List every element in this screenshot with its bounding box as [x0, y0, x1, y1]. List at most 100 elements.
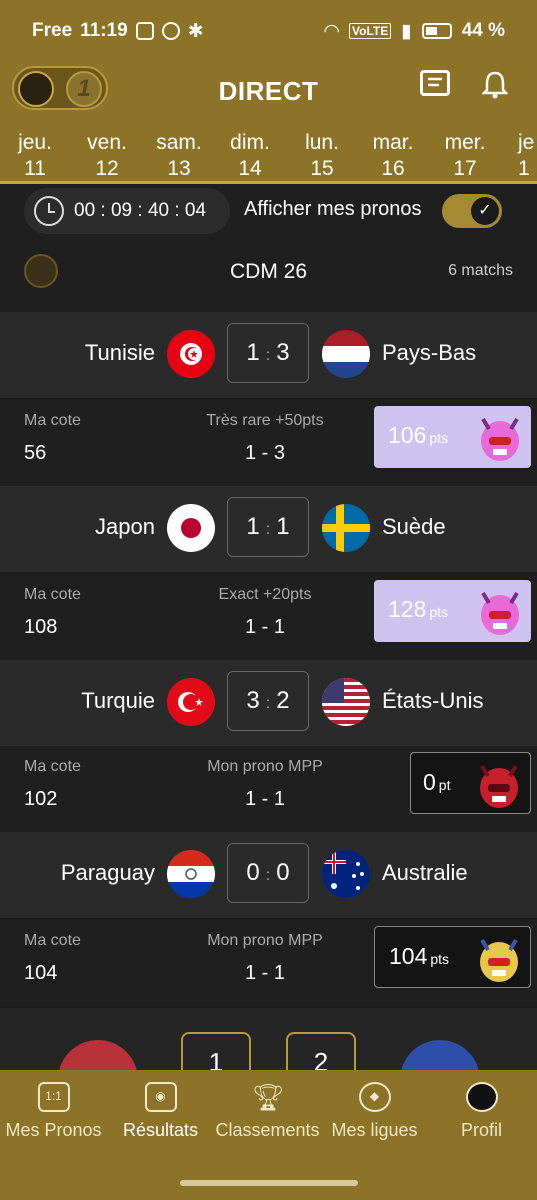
away-team: États-Unis [382, 688, 484, 713]
score-box: 1:1 [227, 497, 309, 557]
alarm-icon [161, 22, 180, 40]
australia-flag-icon [322, 850, 370, 898]
status-time: 11:19 [80, 20, 128, 41]
show-pronos-toggle[interactable]: ✓ [442, 194, 502, 228]
mascot-avatar-icon [481, 417, 519, 461]
away-team: Pays-Bas [382, 340, 477, 365]
mascot-avatar-icon [481, 591, 519, 635]
countdown-timer: 00 : 09 : 40 : 04 [24, 188, 230, 234]
cote-value: 104 [24, 962, 58, 984]
prono-score: 1 - 1 [244, 616, 286, 638]
tunisia-flag-icon [167, 330, 215, 378]
result-label: Exact +20pts [218, 586, 312, 603]
turkey-flag-icon [167, 678, 215, 726]
cote-value: 56 [24, 442, 47, 464]
home-team: Turquie [81, 688, 155, 713]
bluetooth-icon: ✱ [187, 20, 204, 42]
toggle-label: Afficher mes pronos [244, 198, 422, 220]
paraguay-flag-icon [167, 850, 215, 898]
message-icon[interactable] [420, 70, 450, 96]
cote-label: Ma cote [24, 586, 81, 603]
next-match-peek[interactable]: 1 2 [0, 1008, 537, 1070]
usa-flag-icon [322, 678, 370, 726]
nav-profil[interactable]: Profil [428, 1082, 535, 1141]
home-score-box: 1 [181, 1032, 251, 1070]
check-icon: ✓ [471, 197, 499, 225]
prediction-row: Ma cote 102 Mon prono MPP 1 - 1 0 pt [0, 746, 537, 832]
mascot-avatar-icon [480, 938, 518, 982]
result-label: Très rare +50pts [206, 412, 324, 429]
mascot-avatar-icon [480, 764, 518, 808]
prediction-row: Ma cote 56 Très rare +50pts 1 - 3 106 pts [0, 400, 537, 486]
volte-icon: VoLTE [349, 23, 392, 39]
clock-icon [34, 196, 64, 226]
day-tab[interactable]: mer. 17 [430, 130, 500, 181]
prono-score: 1 - 1 [244, 962, 286, 984]
japan-flag-icon [167, 504, 215, 552]
trophy-icon: 🏆︎ [251, 1082, 285, 1112]
day-tab[interactable]: lun. 15 [287, 130, 357, 181]
nav-classements[interactable]: 🏆︎ Classements [214, 1082, 321, 1141]
carrier-label: Free [32, 20, 73, 41]
away-team: Australie [382, 860, 468, 885]
day-tab[interactable]: sam. 13 [144, 130, 214, 181]
signal-icon: ▮ [401, 20, 412, 42]
cote-value: 102 [24, 788, 58, 810]
points-badge[interactable]: 106 pts [374, 406, 531, 468]
score-box: 1:3 [227, 323, 309, 383]
day-tab[interactable]: ven. 12 [72, 130, 142, 181]
home-team: Japon [95, 514, 155, 539]
day-tab[interactable]: jeu. 11 [0, 130, 70, 181]
cote-label: Ma cote [24, 412, 81, 429]
home-team: Tunisie [84, 340, 155, 365]
match-row[interactable]: Tunisie 1:3 Pays-Bas [0, 312, 537, 398]
timer-value: 00 : 09 : 40 : 04 [74, 200, 207, 221]
points-badge[interactable]: 0 pt [410, 752, 531, 814]
gesture-handle [180, 1180, 358, 1186]
battery-icon [421, 23, 452, 39]
nav-resultats[interactable]: ◉ Résultats [107, 1082, 214, 1141]
page-title: DIRECT [218, 76, 319, 106]
cote-label: Ma cote [24, 758, 81, 775]
nav-mes-ligues[interactable]: ◆ Mes ligues [321, 1082, 428, 1141]
result-label: Mon prono MPP [207, 758, 323, 775]
score-box: 0:0 [227, 843, 309, 903]
pronos-icon: 1:1 [37, 1082, 70, 1112]
cote-value: 108 [24, 616, 58, 638]
day-tab[interactable]: dim. 14 [215, 130, 285, 181]
status-bar: Free 11:19 ✱ ◠ VoLTE ▮ 44 % [0, 0, 537, 62]
result-label: Mon prono MPP [207, 932, 323, 949]
away-team: Suède [382, 514, 446, 539]
bell-icon[interactable] [480, 70, 510, 99]
bottom-nav: 1:1 Mes Pronos ◉ Résultats 🏆︎ Classement… [0, 1070, 537, 1200]
prediction-row: Ma cote 104 Mon prono MPP 1 - 1 104 pts [0, 920, 537, 1006]
profile-avatar-icon [465, 1082, 498, 1112]
points-badge[interactable]: 104 pts [374, 926, 531, 988]
day-selector: jeu. 11 ven. 12 sam. 13 dim. 14 lun. 15 mar. 1… [0, 122, 537, 184]
match-row[interactable]: Japon 1:1 Suède [0, 486, 537, 572]
day-tab[interactable]: je 1 [502, 130, 537, 181]
match-row[interactable]: Paraguay 0:0 Australie [0, 832, 537, 918]
prono-score: 1 - 3 [244, 442, 286, 464]
netherlands-flag-icon [322, 330, 370, 378]
match-row[interactable]: Turquie 3:2 États-Unis [0, 660, 537, 746]
app-bar: 1 DIRECT [0, 62, 537, 122]
points-badge[interactable]: 128 pts [374, 580, 531, 642]
cote-label: Ma cote [24, 932, 81, 949]
sweden-flag-icon [322, 504, 370, 552]
away-score-box: 2 [286, 1032, 356, 1070]
prono-score: 1 - 1 [244, 788, 286, 810]
france-flag-icon [400, 1040, 480, 1070]
timer-bar: 00 : 09 : 40 : 04 Afficher mes pronos ✓ [0, 184, 537, 240]
competition-header[interactable]: CDM 26 6 matchs [0, 240, 537, 312]
nav-mes-pronos[interactable]: 1:1 Mes Pronos [0, 1082, 107, 1141]
nfc-icon [135, 22, 154, 40]
results-icon: ◉ [144, 1082, 177, 1112]
match-count: 6 matchs [448, 262, 513, 279]
day-tab[interactable]: mar. 16 [358, 130, 428, 181]
leagues-icon: ◆ [358, 1082, 391, 1112]
score-box: 3:2 [227, 671, 309, 731]
wifi-icon: ◠ [324, 20, 339, 42]
battery-level: 44 % [461, 20, 505, 41]
home-team: Paraguay [60, 860, 155, 885]
